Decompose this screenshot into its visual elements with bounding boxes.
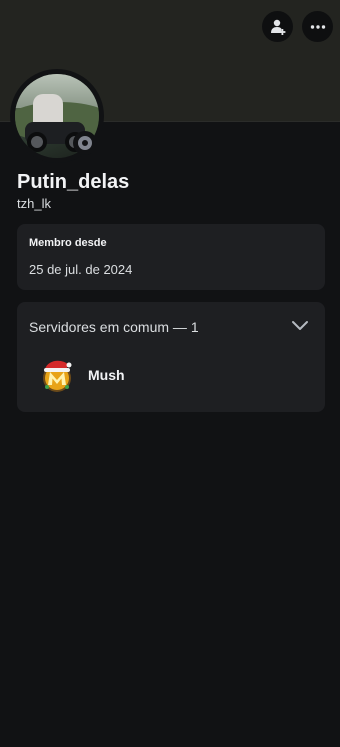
member-since-label: Membro desde bbox=[29, 237, 107, 249]
mush-server-icon bbox=[43, 360, 72, 392]
member-since-date: 25 de jul. de 2024 bbox=[29, 262, 133, 277]
display-name: Putin_delas bbox=[17, 171, 130, 193]
member-since-card: Membro desde 25 de jul. de 2024 bbox=[17, 224, 325, 290]
offline-status-icon bbox=[78, 136, 92, 150]
username: tzh_lk bbox=[17, 196, 51, 211]
more-options-button[interactable] bbox=[302, 11, 333, 42]
status-indicator bbox=[73, 131, 97, 155]
mutual-server-item[interactable]: Mush bbox=[17, 348, 325, 402]
more-options-icon bbox=[310, 24, 325, 29]
add-friend-button[interactable] bbox=[262, 11, 293, 42]
add-friend-icon bbox=[270, 19, 285, 35]
mutual-servers-card: Servidores em comum — 1 Mush bbox=[17, 302, 325, 412]
chevron-down-icon[interactable] bbox=[291, 319, 309, 333]
mutual-servers-title: Servidores em comum — 1 bbox=[29, 319, 199, 335]
server-name: Mush bbox=[88, 367, 125, 383]
